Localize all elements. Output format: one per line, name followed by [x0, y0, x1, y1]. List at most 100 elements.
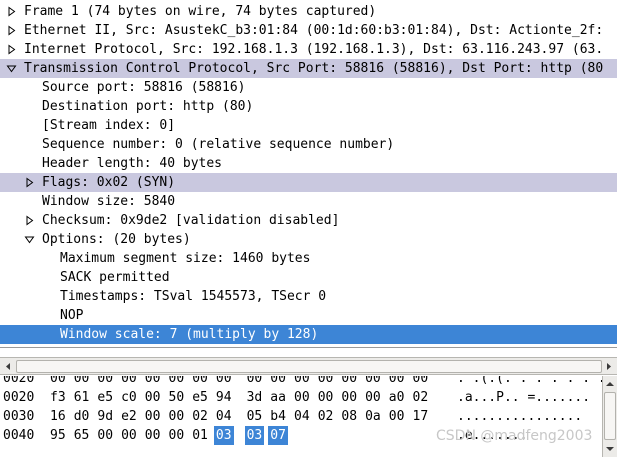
hex-ascii[interactable]: . .(.(. . . . . . . . [457, 376, 602, 388]
hex-byte[interactable]: 9d [97, 407, 113, 426]
hex-byte[interactable]: 00 [97, 426, 113, 445]
tree-row-label: Maximum segment size: 1460 bytes [60, 251, 311, 266]
expander-collapsed-icon[interactable] [4, 21, 18, 40]
hex-byte[interactable]: 00 [247, 376, 263, 388]
hex-byte[interactable]: 00 [121, 426, 137, 445]
hex-byte[interactable]: 07 [268, 426, 288, 445]
hex-byte[interactable]: 00 [318, 376, 334, 388]
tree-row[interactable]: Internet Protocol, Src: 192.168.1.3 (192… [0, 40, 617, 59]
tree-row[interactable]: Timestamps: TSval 1545573, TSecr 0 [0, 287, 617, 306]
tree-row[interactable]: Destination port: http (80) [0, 97, 617, 116]
hex-byte[interactable]: 00 [145, 388, 161, 407]
hex-byte[interactable]: 3d [247, 388, 263, 407]
tree-row[interactable]: Maximum segment size: 1460 bytes [0, 249, 617, 268]
hex-byte[interactable]: 00 [294, 388, 310, 407]
hex-byte[interactable]: 05 [247, 407, 263, 426]
hex-byte[interactable]: e2 [121, 407, 137, 426]
expander-collapsed-icon[interactable] [22, 173, 36, 192]
tree-row[interactable]: [Stream index: 0] [0, 116, 617, 135]
tree-row[interactable]: Flags: 0x02 (SYN) [0, 173, 617, 192]
hex-byte[interactable]: 00 [145, 407, 161, 426]
hex-byte[interactable]: 02 [192, 407, 208, 426]
hex-byte[interactable]: 00 [341, 376, 357, 388]
hex-byte[interactable]: 00 [97, 376, 113, 388]
hex-byte[interactable]: 00 [169, 426, 185, 445]
tree-row-label: NOP [60, 308, 84, 323]
hex-byte[interactable]: e5 [192, 388, 208, 407]
hex-byte[interactable]: 50 [169, 388, 185, 407]
hex-byte[interactable]: 08 [341, 407, 357, 426]
hex-byte[interactable]: 04 [216, 407, 232, 426]
tree-row[interactable]: Source port: 58816 (58816) [0, 78, 617, 97]
hex-ascii[interactable]: .a...P.. =....... [457, 388, 590, 407]
hex-byte[interactable]: 02 [413, 388, 429, 407]
tree-row[interactable]: Checksum: 0x9de2 [validation disabled] [0, 211, 617, 230]
hex-byte[interactable]: 0a [365, 407, 381, 426]
tree-row[interactable]: SACK permitted [0, 268, 617, 287]
tree-row[interactable]: Window size: 5840 [0, 192, 617, 211]
hex-byte[interactable]: 00 [50, 376, 66, 388]
hex-byte[interactable]: b4 [270, 407, 286, 426]
horizontal-scrollbar[interactable] [0, 357, 617, 375]
scroll-left-arrow-icon[interactable] [1, 359, 16, 374]
horizontal-scrollbar-thumb[interactable] [16, 360, 602, 373]
hex-byte[interactable]: 03 [213, 426, 234, 445]
hex-byte[interactable]: d0 [74, 407, 90, 426]
tree-row[interactable]: Sequence number: 0 (relative sequence nu… [0, 135, 617, 154]
hex-byte[interactable]: 00 [365, 376, 381, 388]
hex-byte[interactable]: 95 [50, 426, 66, 445]
tree-row[interactable]: Ethernet II, Src: AsustekC_b3:01:84 (00:… [0, 21, 617, 40]
hex-byte[interactable]: 00 [413, 376, 429, 388]
hex-byte[interactable]: 00 [192, 376, 208, 388]
expander-collapsed-icon[interactable] [4, 2, 18, 21]
hex-byte[interactable]: 00 [389, 376, 405, 388]
hex-byte[interactable]: 00 [74, 376, 90, 388]
hex-byte[interactable]: 00 [169, 376, 185, 388]
hex-byte[interactable]: e5 [97, 388, 113, 407]
hex-offset: 0040 [3, 428, 35, 443]
scroll-up-arrow-icon[interactable] [603, 377, 617, 391]
vertical-scrollbar[interactable] [602, 376, 617, 457]
hex-byte[interactable]: f3 [50, 388, 66, 407]
hex-byte[interactable]: a0 [389, 388, 405, 407]
hex-byte[interactable]: 01 [192, 426, 208, 445]
hex-byte[interactable]: aa [270, 388, 286, 407]
expander-collapsed-icon[interactable] [4, 40, 18, 59]
hex-byte[interactable]: 00 [145, 376, 161, 388]
hex-byte[interactable]: 00 [318, 388, 334, 407]
vertical-scrollbar-thumb[interactable] [604, 392, 616, 440]
tree-row[interactable]: Options: (20 bytes) [0, 230, 617, 249]
hex-byte[interactable]: 04 [294, 407, 310, 426]
expander-expanded-icon[interactable] [22, 230, 36, 249]
packet-details-tree[interactable]: Frame 1 (74 bytes on wire, 74 bytes capt… [0, 0, 617, 348]
hex-byte[interactable]: 00 [270, 376, 286, 388]
hex-byte[interactable]: 61 [74, 388, 90, 407]
tree-row[interactable]: Transmission Control Protocol, Src Port:… [0, 59, 617, 78]
expander-expanded-icon[interactable] [4, 59, 18, 78]
scroll-down-arrow-icon[interactable] [603, 442, 617, 456]
hex-byte[interactable]: 00 [121, 376, 137, 388]
hex-byte[interactable]: 00 [341, 388, 357, 407]
hex-byte[interactable]: 00 [145, 426, 161, 445]
hex-byte[interactable]: 00 [216, 376, 232, 388]
scroll-right-arrow-icon[interactable] [601, 359, 616, 374]
hex-byte[interactable]: 03 [244, 426, 265, 445]
expander-collapsed-icon[interactable] [22, 211, 36, 230]
tree-row[interactable]: Header length: 40 bytes [0, 154, 617, 173]
hex-byte[interactable]: 02 [318, 407, 334, 426]
hex-byte[interactable]: 00 [294, 376, 310, 388]
hex-byte[interactable]: 00 [389, 407, 405, 426]
tree-row-label: Header length: 40 bytes [42, 156, 223, 171]
tree-row[interactable]: NOP [0, 306, 617, 325]
tree-row[interactable]: Frame 1 (74 bytes on wire, 74 bytes capt… [0, 2, 617, 21]
hex-ascii[interactable]: ................ [457, 407, 582, 426]
hex-byte[interactable]: 00 [169, 407, 185, 426]
hex-byte[interactable]: c0 [121, 388, 137, 407]
hex-byte[interactable]: 17 [413, 407, 429, 426]
packet-bytes-pane[interactable]: 0020 00 00 00 00 00 00 00 00 00 00 00 00 00 00 00 00. .(… [0, 376, 602, 457]
hex-byte[interactable]: 94 [216, 388, 232, 407]
hex-byte[interactable]: 16 [50, 407, 66, 426]
hex-byte[interactable]: 65 [74, 426, 90, 445]
hex-byte[interactable]: 00 [365, 388, 381, 407]
tree-row[interactable]: Window scale: 7 (multiply by 128) [0, 325, 617, 344]
